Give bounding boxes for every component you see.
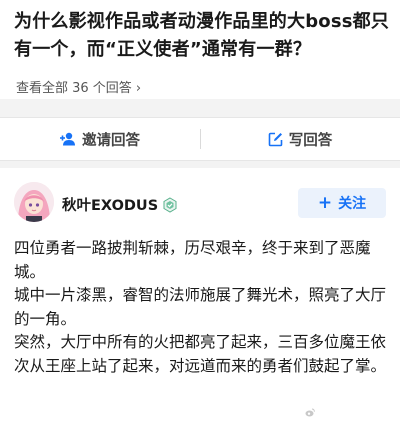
view-all-answers-link[interactable]: 查看全部 36 个回答 › — [16, 77, 141, 96]
answer-card: 秋叶EXODUS + 关注 四位勇者一路披荆斩棘，历尽艰辛，终于来到了恶魔城。 … — [0, 168, 400, 430]
answer-content[interactable]: 四位勇者一路披荆斩棘，历尽艰辛，终于来到了恶魔城。 城中一片漆黑，睿智的法师施展… — [14, 237, 390, 378]
plus-icon: + — [317, 193, 333, 213]
answer-paragraph: 突然，大厅中所有的火把都亮了起来，三百多位魔王依次从王座上站了起来，对远道而来的… — [14, 333, 387, 375]
verified-badge-icon — [162, 196, 178, 213]
question-card: 为什么影视作品或者动漫作品里的大boss都只有一个，而“正义使者”通常有一群？ … — [0, 0, 400, 99]
add-user-icon — [60, 132, 76, 146]
question-action-bar: 邀请回答 写回答 — [0, 117, 400, 161]
author-name-row[interactable]: 秋叶EXODUS — [62, 194, 178, 215]
watermark — [305, 408, 318, 417]
weibo-logo-icon — [305, 408, 315, 417]
question-title[interactable]: 为什么影视作品或者动漫作品里的大boss都只有一个，而“正义使者”通常有一群？ — [14, 8, 390, 64]
invite-answer-button[interactable]: 邀请回答 — [0, 118, 200, 160]
edit-icon — [268, 132, 283, 147]
answer-paragraph: 城中一片漆黑，睿智的法师施展了舞光术，照亮了大厅的一角。 — [14, 286, 387, 328]
author-avatar[interactable] — [14, 182, 54, 222]
answers-count-text: 查看全部 36 个回答 — [16, 81, 132, 96]
answer-paragraph: 四位勇者一路披荆斩棘，历尽艰辛，终于来到了恶魔城。 — [14, 239, 371, 281]
chevron-right-icon: › — [135, 81, 142, 96]
invite-answer-label: 邀请回答 — [82, 132, 140, 149]
write-answer-label: 写回答 — [288, 132, 333, 149]
follow-label: 关注 — [338, 196, 367, 212]
write-answer-button[interactable]: 写回答 — [200, 118, 400, 160]
author-name: 秋叶EXODUS — [62, 198, 159, 214]
follow-button[interactable]: + 关注 — [298, 188, 386, 218]
